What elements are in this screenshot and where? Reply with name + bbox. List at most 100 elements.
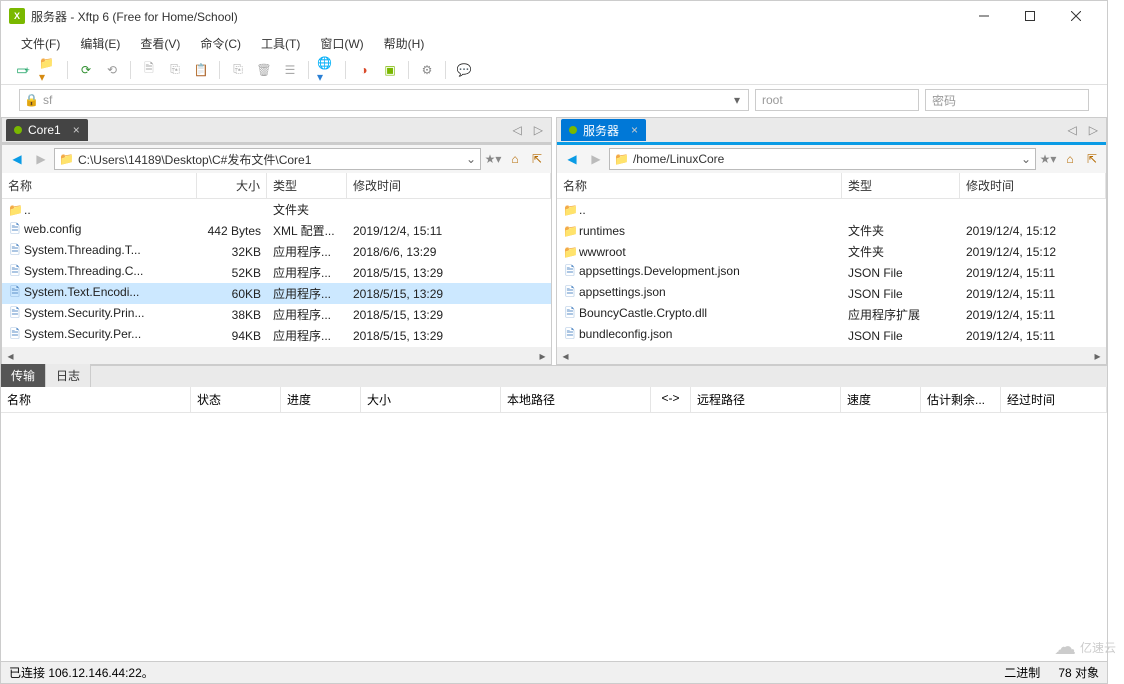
back-button[interactable]: ◀	[6, 148, 28, 170]
copy2-icon[interactable]: ⎘	[228, 60, 248, 80]
col-name[interactable]: 名称	[557, 173, 842, 198]
menu-command[interactable]: 命令(C)	[192, 33, 249, 54]
close-tab-icon[interactable]: ×	[73, 123, 80, 137]
col-modified[interactable]: 修改时间	[960, 173, 1106, 198]
tab-next-icon[interactable]: ▷	[1085, 123, 1102, 137]
delete-icon[interactable]: 🗑	[254, 60, 274, 80]
remote-path-input[interactable]: 📁 /home/LinuxCore ⌄	[609, 148, 1036, 170]
tcol-progress[interactable]: 进度	[281, 387, 361, 412]
file-icon: 🗎	[563, 262, 577, 283]
bookmark-icon[interactable]: ★▾	[1038, 149, 1058, 169]
file-icon: 🗎	[563, 325, 577, 346]
close-tab-icon[interactable]: ×	[631, 123, 638, 137]
file-icon: 🗎	[8, 304, 22, 325]
home-icon[interactable]: ⌂	[505, 149, 525, 169]
close-button[interactable]	[1053, 1, 1099, 31]
menu-edit[interactable]: 编辑(E)	[72, 33, 128, 54]
path-dropdown-icon[interactable]: ⌄	[466, 152, 476, 166]
local-hscroll[interactable]: ◂ ▸	[2, 347, 551, 364]
disconnect-icon[interactable]: ⟲	[102, 60, 122, 80]
host-input[interactable]: 🔒 sf ▾	[19, 89, 749, 111]
maximize-button[interactable]	[1007, 1, 1053, 31]
local-path-input[interactable]: 📁 C:\Users\14189\Desktop\C#发布文件\Core1 ⌄	[54, 148, 481, 170]
scroll-left-icon[interactable]: ◂	[2, 347, 19, 364]
new-session-icon[interactable]: ▭+	[13, 60, 33, 80]
tab-prev-icon[interactable]: ◁	[509, 123, 526, 137]
tcol-name[interactable]: 名称	[1, 387, 191, 412]
forward-button[interactable]: ▶	[585, 148, 607, 170]
back-button[interactable]: ◀	[561, 148, 583, 170]
host-dropdown-icon[interactable]: ▾	[730, 93, 744, 107]
up-folder-icon[interactable]: ⇱	[1082, 149, 1102, 169]
list-item[interactable]: 🗎BouncyCastle.Crypto.dll应用程序扩展2019/12/4,…	[557, 304, 1106, 325]
tcol-remote[interactable]: 远程路径	[691, 387, 841, 412]
scroll-right-icon[interactable]: ▸	[534, 347, 551, 364]
list-item[interactable]: 🗎System.Security.Cry...25KB应用程序...2018/5…	[2, 346, 551, 347]
tab-log[interactable]: 日志	[46, 364, 91, 387]
forward-button[interactable]: ▶	[30, 148, 52, 170]
list-item[interactable]: 🗎appsettings.jsonJSON File2019/12/4, 15:…	[557, 283, 1106, 304]
path-dropdown-icon[interactable]: ⌄	[1021, 152, 1031, 166]
up-folder-icon[interactable]: ⇱	[527, 149, 547, 169]
menu-tools[interactable]: 工具(T)	[253, 33, 308, 54]
terminal-icon[interactable]: ▣	[380, 60, 400, 80]
help-icon[interactable]: 💬	[454, 60, 474, 80]
col-modified[interactable]: 修改时间	[347, 173, 551, 198]
menu-window[interactable]: 窗口(W)	[312, 33, 371, 54]
list-item[interactable]: 🗎appsettings.Development.jsonJSON File20…	[557, 262, 1106, 283]
password-input[interactable]: 密码	[925, 89, 1089, 111]
list-item[interactable]: 📁..文件夹	[2, 199, 551, 220]
local-listview[interactable]: 名称 大小 类型 修改时间 📁..文件夹🗎web.config442 Bytes…	[2, 173, 551, 347]
scroll-left-icon[interactable]: ◂	[557, 347, 574, 364]
tcol-local[interactable]: 本地路径	[501, 387, 651, 412]
new-file-icon[interactable]: 🗎	[139, 60, 159, 80]
list-item[interactable]: 🗎web.config442 BytesXML 配置...2019/12/4, …	[2, 220, 551, 241]
transfer-area[interactable]	[1, 413, 1107, 661]
scroll-track[interactable]	[19, 347, 534, 364]
properties-icon[interactable]: ☰	[280, 60, 300, 80]
tab-prev-icon[interactable]: ◁	[1064, 123, 1081, 137]
settings-icon[interactable]: ⚙	[417, 60, 437, 80]
col-type[interactable]: 类型	[842, 173, 960, 198]
menu-help[interactable]: 帮助(H)	[376, 33, 433, 54]
col-size[interactable]: 大小	[197, 173, 267, 198]
list-item[interactable]: 🗎bundleconfig.jsonJSON File2019/12/4, 15…	[557, 325, 1106, 346]
col-name[interactable]: 名称	[2, 173, 197, 198]
list-item[interactable]: 🗎System.Threading.C...52KB应用程序...2018/5/…	[2, 262, 551, 283]
list-item[interactable]: 🗎System.Threading.T...32KB应用程序...2018/6/…	[2, 241, 551, 262]
tcol-size[interactable]: 大小	[361, 387, 501, 412]
tcol-dir[interactable]: <->	[651, 387, 691, 412]
scroll-right-icon[interactable]: ▸	[1089, 347, 1106, 364]
menu-file[interactable]: 文件(F)	[13, 33, 68, 54]
col-type[interactable]: 类型	[267, 173, 347, 198]
list-item[interactable]: 🗎System.Text.Encodi...60KB应用程序...2018/5/…	[2, 283, 551, 304]
tcol-speed[interactable]: 速度	[841, 387, 921, 412]
list-item[interactable]: 📁runtimes文件夹2019/12/4, 15:12	[557, 220, 1106, 241]
list-item[interactable]: 📁..	[557, 199, 1106, 220]
tcol-elapsed[interactable]: 经过时间	[1001, 387, 1107, 412]
reconnect-icon[interactable]: ⟳	[76, 60, 96, 80]
tcol-status[interactable]: 状态	[191, 387, 281, 412]
open-folder-icon[interactable]: 📁▾	[39, 60, 59, 80]
tab-server[interactable]: 服务器 ×	[561, 119, 646, 141]
list-item[interactable]: 🗎System.Security.Per...94KB应用程序...2018/5…	[2, 325, 551, 346]
paste-icon[interactable]: 📋	[191, 60, 211, 80]
tab-transfer[interactable]: 传输	[1, 364, 46, 387]
scroll-track[interactable]	[574, 347, 1089, 364]
minimize-button[interactable]	[961, 1, 1007, 31]
username-input[interactable]: root	[755, 89, 919, 111]
list-item[interactable]: 🗎Dapper.dll应用程序扩展2019/12/4, 15:11	[557, 346, 1106, 347]
list-item[interactable]: 📁wwwroot文件夹2019/12/4, 15:12	[557, 241, 1106, 262]
tab-next-icon[interactable]: ▷	[530, 123, 547, 137]
tcol-eta[interactable]: 估计剩余...	[921, 387, 1001, 412]
menu-view[interactable]: 查看(V)	[132, 33, 188, 54]
sync-icon[interactable]: ◑	[354, 60, 374, 80]
tab-core1[interactable]: Core1 ×	[6, 119, 88, 141]
globe-icon[interactable]: 🌐▾	[317, 60, 337, 80]
list-item[interactable]: 🗎System.Security.Prin...38KB应用程序...2018/…	[2, 304, 551, 325]
bookmark-icon[interactable]: ★▾	[483, 149, 503, 169]
copy-icon[interactable]: ⎘	[165, 60, 185, 80]
remote-hscroll[interactable]: ◂ ▸	[557, 347, 1106, 364]
home-icon[interactable]: ⌂	[1060, 149, 1080, 169]
remote-listview[interactable]: 名称 类型 修改时间 📁..📁runtimes文件夹2019/12/4, 15:…	[557, 173, 1106, 347]
